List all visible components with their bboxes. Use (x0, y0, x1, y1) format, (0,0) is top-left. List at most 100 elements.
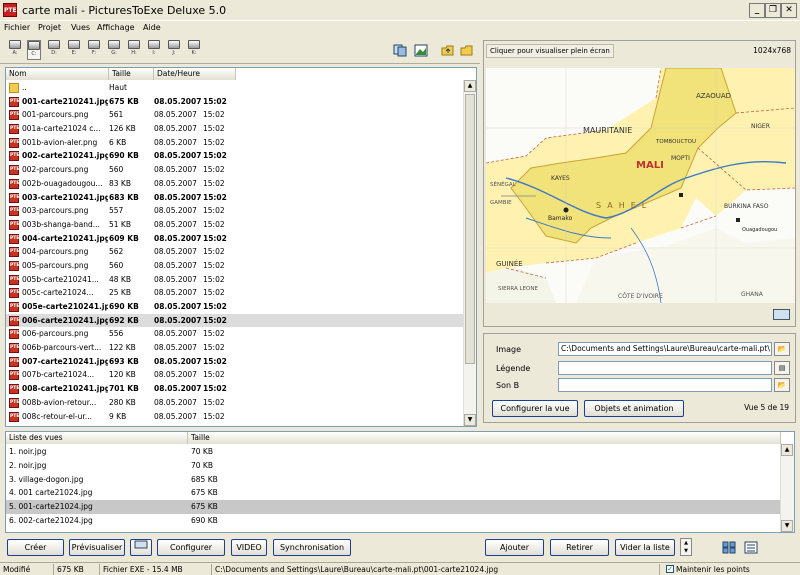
picture-view-icon[interactable] (414, 44, 428, 57)
maximize-button[interactable]: ❐ (765, 3, 781, 18)
file-list-scrollbar[interactable]: ▲ ▼ (463, 80, 476, 426)
file-row[interactable]: PTE 006-carte210241.jpg 692 KB 08.05.2007 15… (6, 313, 464, 328)
clear-list-button[interactable]: Vider la liste (615, 539, 675, 556)
file-row[interactable]: PTE 004-carte210241.jpg 609 KB 08.05.2007 15… (6, 232, 464, 246)
view-row[interactable]: 2. noir.jpg 70 KB (6, 459, 781, 473)
file-row[interactable]: PTE 001-parcours.png 561 08.05.2007 15:02 (6, 108, 464, 122)
view-row[interactable]: 6. 002-carte21024.jpg 690 KB (6, 514, 781, 528)
file-row[interactable]: PTE 005c-carte21024... 25 KB 08.05.2007 15:0… (6, 286, 464, 300)
fullscreen-toggle-button[interactable] (130, 539, 152, 556)
file-row[interactable]: PTE 008-carte210241.jpg 701 KB 08.05.2007 15… (6, 382, 464, 396)
drive-h[interactable]: H: (127, 40, 141, 60)
view-row[interactable]: 4. 001 carte21024.jpg 675 KB (6, 486, 781, 500)
file-name: 008c-retour-el-ur... (22, 411, 92, 421)
scroll-up-arrow-icon[interactable]: ▲ (464, 80, 476, 92)
file-row[interactable]: PTE 003b-shanga-band... 51 KB 08.05.2007 15:… (6, 218, 464, 232)
file-row[interactable]: PTE 006-parcours.png 556 08.05.2007 15:02 (6, 327, 464, 341)
file-row[interactable]: PTE 002-parcours.png 560 08.05.2007 15:02 (6, 163, 464, 177)
drive-f[interactable]: F: (87, 40, 101, 60)
copy-files-icon[interactable] (393, 44, 407, 57)
file-row[interactable]: PTE 002-carte210241.jpg 690 KB 08.05.2007 15… (6, 149, 464, 163)
file-row[interactable]: .. Haut (6, 81, 464, 95)
drive-a[interactable]: A: (8, 40, 22, 60)
preview-button[interactable]: Prévisualiser (69, 539, 125, 556)
file-row[interactable]: PTE 008b-avion-retour... 280 KB 08.05.2007 1… (6, 396, 464, 410)
view-name: 3. village-dogon.jpg (9, 474, 84, 484)
column-header-date[interactable]: Date/Heure (154, 68, 236, 80)
view-counter: Vue 5 de 19 (744, 403, 789, 412)
menu-vues[interactable]: Vues (71, 23, 90, 32)
menu-fichier[interactable]: Fichier (4, 23, 30, 32)
map-image[interactable]: MAURITANIE AZAOUAD MALI MOPTI KAYES SÉNÉ… (486, 68, 795, 303)
drive-e[interactable]: E: (67, 40, 81, 60)
close-button[interactable]: ✕ (781, 3, 797, 18)
drive-i[interactable]: I: (147, 40, 161, 60)
browse-image-icon[interactable]: 📂 (774, 342, 790, 356)
menu-projet[interactable]: Projet (38, 23, 61, 32)
sound-field[interactable] (558, 378, 772, 392)
file-date: 08.05.2007 (154, 356, 202, 366)
file-row[interactable]: PTE 001-carte210241.jpg 675 KB 08.05.2007 15… (6, 95, 464, 109)
image-file-icon: PTE (9, 124, 19, 135)
objects-animation-button[interactable]: Objets et animation (584, 400, 684, 417)
move-spinner[interactable]: ▲ ▼ (680, 538, 692, 556)
keep-points-checkbox[interactable]: ✓ Maintenir les points (664, 564, 800, 575)
file-row[interactable]: PTE 007b-carte21024... 120 KB 08.05.2007 15:… (6, 368, 464, 382)
folder-up-icon[interactable] (441, 44, 455, 57)
view-row[interactable]: 1. noir.jpg 70 KB (6, 445, 781, 459)
scroll-up-arrow-icon[interactable]: ▲ (781, 444, 793, 456)
drive-j[interactable]: J: (167, 40, 181, 60)
grid-view-icon[interactable] (722, 541, 736, 554)
checkbox-check-icon[interactable]: ✓ (666, 565, 674, 573)
synchronization-button[interactable]: Synchronisation (273, 539, 351, 556)
remove-button[interactable]: Retirer (550, 539, 609, 556)
file-row[interactable]: PTE 005e-carte210241.jpg 690 KB 08.05.2007 1… (6, 300, 464, 314)
minimize-button[interactable]: _ (749, 3, 765, 18)
scroll-down-arrow-icon[interactable]: ▼ (781, 520, 793, 532)
menu-affichage[interactable]: Affichage (97, 23, 135, 32)
fullscreen-preview-button[interactable]: Cliquer pour visualiser plein écran (486, 44, 614, 58)
column-header-name[interactable]: Nom (6, 68, 109, 80)
file-row[interactable]: PTE 006b-parcours-vert... 122 KB 08.05.2007… (6, 341, 464, 355)
fullscreen-icon[interactable] (773, 309, 790, 320)
drive-c[interactable]: C: (27, 40, 41, 60)
file-row[interactable]: PTE 005b-carte210241... 48 KB 08.05.2007 15:… (6, 273, 464, 287)
file-row[interactable]: PTE 001b-avion-aler.png 6 KB 08.05.2007 15:0… (6, 136, 464, 150)
column-header-view-list[interactable]: Liste des vues (6, 432, 188, 444)
drive-k[interactable]: K: (187, 40, 201, 60)
image-path-field[interactable]: C:\Documents and Settings\Laure\Bureau\c… (558, 342, 772, 356)
image-file-icon: PTE (9, 315, 19, 326)
file-row[interactable]: PTE 008c-retour-el-ur... 9 KB 08.05.2007 15:… (6, 410, 464, 424)
add-button[interactable]: Ajouter (485, 539, 544, 556)
column-header-size[interactable]: Taille (109, 68, 154, 80)
file-row[interactable]: PTE 005-parcours.png 560 08.05.2007 15:02 (6, 259, 464, 273)
view-row[interactable]: 5. 001-carte21024.jpg 675 KB (6, 500, 781, 514)
column-header-view-size[interactable]: Taille (188, 432, 781, 444)
browse-sound-icon[interactable]: 📂 (774, 378, 790, 392)
file-row[interactable]: PTE 001a-carte21024 c... 126 KB 08.05.2007 1… (6, 122, 464, 136)
video-button[interactable]: VIDEO (231, 539, 267, 556)
folder-icon[interactable] (460, 44, 474, 57)
file-row[interactable]: PTE 004-parcours.png 562 08.05.2007 15:02 (6, 245, 464, 259)
file-row[interactable]: PTE 007-carte210241.jpg 693 KB 08.05.2007 15… (6, 355, 464, 369)
title-bar: PTE carte mali - PicturesToExe Deluxe 5.… (0, 0, 800, 21)
file-row[interactable]: PTE 003-carte210241.jpg 683 KB 08.05.2007 15… (6, 191, 464, 205)
view-list-scrollbar[interactable]: ▲ ▼ (780, 444, 794, 532)
file-date: 08.05.2007 (154, 384, 202, 394)
configure-button[interactable]: Configurer (157, 539, 225, 556)
menu-aide[interactable]: Aide (143, 23, 161, 32)
file-row[interactable]: PTE 003-parcours.png 557 08.05.2007 15:02 (6, 204, 464, 218)
file-row[interactable]: PTE 002b-ouagadougou... 83 KB 08.05.2007 15:… (6, 177, 464, 191)
drive-d[interactable]: D: (47, 40, 61, 60)
legend-field[interactable] (558, 361, 772, 375)
create-button[interactable]: Créer (7, 539, 64, 556)
file-date: 08.05.2007 (154, 343, 197, 353)
view-row[interactable]: 3. village-dogon.jpg 685 KB (6, 473, 781, 487)
list-view-icon[interactable] (744, 541, 758, 554)
configure-view-button[interactable]: Configurer la vue (492, 400, 578, 417)
drive-g[interactable]: G: (107, 40, 121, 60)
scroll-thumb[interactable] (465, 94, 475, 364)
image-label: Image (496, 345, 522, 354)
scroll-down-arrow-icon[interactable]: ▼ (464, 414, 476, 426)
edit-legend-icon[interactable]: ▤ (774, 361, 790, 375)
